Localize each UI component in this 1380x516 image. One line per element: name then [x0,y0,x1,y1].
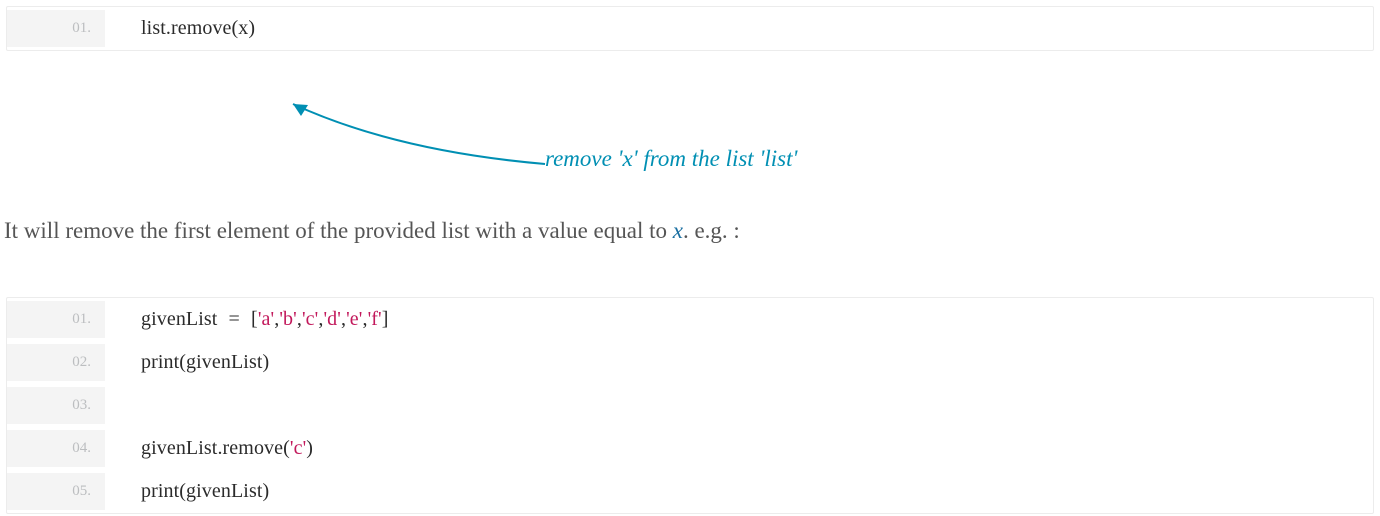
code-token: 'b' [279,308,297,330]
code-block-1: 01. list.remove(x) [6,6,1374,51]
code-token: 'c' [290,437,306,459]
code-token: list.remove(x) [141,17,255,39]
code-content [105,384,164,427]
code-content: givenList = ['a','b','c','d','e','f'] [105,298,407,341]
code-line: 02. print(givenList) [7,341,1373,384]
code-token: ) [306,437,313,459]
code-token: 'd' [323,308,341,330]
paragraph-post: . e.g. : [683,218,740,243]
line-number: 03. [7,387,105,424]
line-number: 04. [7,430,105,467]
code-token: 'a' [258,308,274,330]
code-token: print(givenList) [141,480,269,502]
explanation-paragraph: It will remove the first element of the … [0,209,1380,274]
code-token: ] [382,308,389,330]
paragraph-pre: It will remove the first element of the … [4,218,673,243]
code-token: 'f' [368,308,382,330]
code-token: [ [251,308,258,330]
code-content: givenList.remove('c') [105,427,331,470]
code-line: 01. givenList = ['a','b','c','d','e','f'… [7,298,1373,341]
annotation-layer: remove 'x' from the list 'list' [0,51,1380,186]
code-block-2: 01. givenList = ['a','b','c','d','e','f'… [6,297,1374,514]
code-token: givenList.remove( [141,437,290,459]
code-token: 'e' [346,308,362,330]
code-content: list.remove(x) [105,7,273,50]
code-line: 03. [7,384,1373,427]
code-token: = [217,308,251,330]
line-number: 01. [7,301,105,338]
code-line: 04. givenList.remove('c') [7,427,1373,470]
code-content: print(givenList) [105,470,287,513]
code-token: givenList [141,308,217,330]
code-content: print(givenList) [105,341,287,384]
code-token [141,394,146,416]
code-token: 'c' [302,308,318,330]
line-number: 02. [7,344,105,381]
code-line: 01. list.remove(x) [7,7,1373,50]
line-number: 05. [7,473,105,510]
paragraph-var-x: x [673,218,683,243]
code-line: 05. print(givenList) [7,470,1373,513]
annotation-text: remove 'x' from the list 'list' [545,146,797,172]
line-number: 01. [7,10,105,47]
code-token: print(givenList) [141,351,269,373]
